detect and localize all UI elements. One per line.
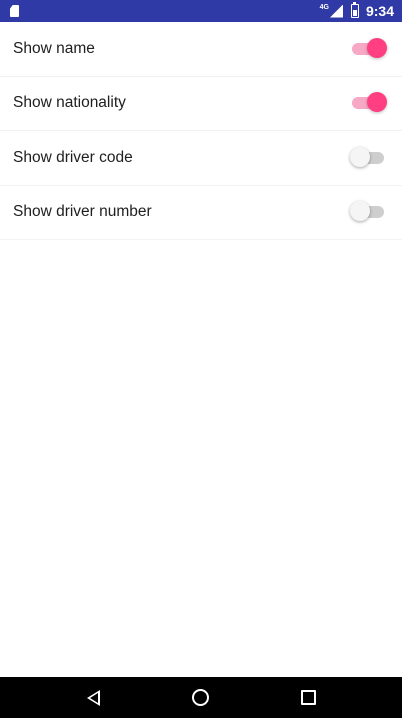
back-button[interactable] [64,677,124,718]
setting-row-show-driver-code[interactable]: Show driver code [0,131,402,186]
show-driver-code-switch[interactable] [350,146,386,169]
switch-thumb [350,146,370,167]
setting-row-show-driver-number[interactable]: Show driver number [0,186,402,240]
setting-label: Show name [13,39,95,57]
show-name-switch[interactable] [350,37,387,60]
setting-label: Show nationality [13,94,126,112]
sim-card-icon [10,5,19,17]
navigation-bar [0,677,402,718]
home-icon [192,689,210,706]
network-type-label: 4G [319,3,329,11]
status-bar: 4G 9:34 [0,0,402,22]
setting-row-show-name[interactable]: Show name [0,22,402,77]
signal-icon [329,4,343,18]
show-nationality-switch[interactable] [350,92,387,114]
setting-label: Show driver code [13,148,133,166]
back-icon [87,689,101,706]
battery-icon [350,2,359,18]
home-button[interactable] [171,677,231,718]
status-time: 9:34 [365,3,394,19]
recents-button[interactable] [278,677,338,718]
switch-thumb [350,201,370,222]
settings-list: Show name Show nationality Show driver c… [0,22,402,240]
switch-thumb [367,92,387,113]
show-driver-number-switch[interactable] [350,201,386,223]
recents-icon [300,690,316,705]
status-indicators: 4G 9:34 [319,2,394,19]
setting-row-show-nationality[interactable]: Show nationality [0,77,402,131]
setting-label: Show driver number [13,203,152,221]
switch-thumb [367,37,387,58]
